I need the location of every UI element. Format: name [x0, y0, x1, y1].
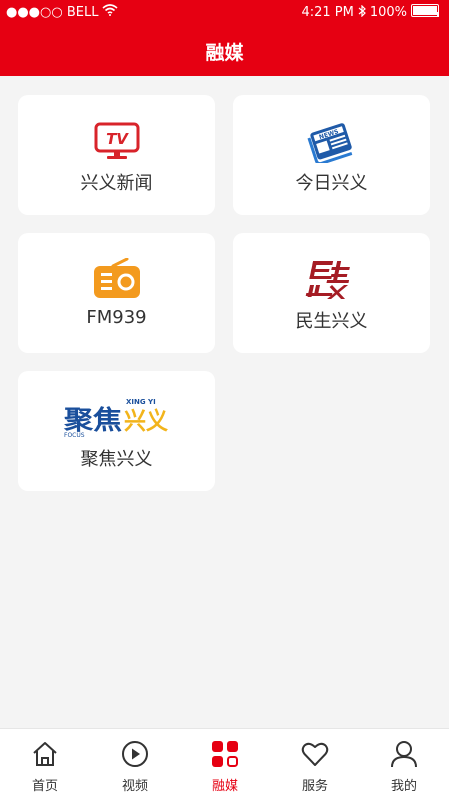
heart-icon — [270, 739, 360, 769]
play-icon — [90, 739, 180, 769]
wifi-icon — [102, 4, 118, 20]
tab-video[interactable]: 视频 — [90, 729, 180, 801]
card-label: 兴义新闻 — [80, 173, 153, 194]
battery-icon — [411, 4, 439, 21]
bluetooth-icon — [358, 4, 366, 21]
tab-label: 服务 — [301, 779, 328, 794]
card-xingyi-news[interactable]: TV 兴义新闻 — [18, 95, 215, 215]
home-icon — [0, 739, 90, 769]
tab-label: 首页 — [31, 779, 58, 794]
tab-label: 融媒 — [211, 779, 238, 794]
minsheng-logo-icon — [233, 257, 430, 301]
status-bar: ●●●○○ BELL 4:21 PM 100% — [0, 0, 449, 24]
bottom-tab-bar: 首页 视频 融媒 服务 我的 — [0, 728, 449, 801]
tab-mine[interactable]: 我的 — [359, 729, 449, 801]
card-minsheng-xingyi[interactable]: 民生兴义 — [233, 233, 430, 353]
clock-label: 4:21 PM — [301, 5, 354, 20]
newspaper-icon: NEWS — [233, 119, 430, 163]
grid-icon — [180, 739, 270, 769]
page-title: 融媒 — [205, 42, 244, 64]
card-label: 民生兴义 — [295, 311, 368, 332]
card-label: 今日兴义 — [295, 173, 368, 194]
carrier-label: ●●●○○ BELL — [6, 4, 99, 20]
radio-icon — [18, 257, 215, 301]
jujiao-logo-icon: 聚焦 兴义 XING YI FOCUS — [18, 395, 215, 439]
svg-text:TV: TV — [106, 130, 129, 148]
battery-label: 100% — [369, 5, 407, 20]
svg-text:XING YI: XING YI — [126, 398, 156, 406]
tab-service[interactable]: 服务 — [270, 729, 360, 801]
card-label: FM939 — [86, 307, 147, 328]
svg-text:兴义: 兴义 — [124, 407, 168, 435]
card-label: 聚焦兴义 — [80, 449, 153, 470]
card-fm939[interactable]: FM939 — [18, 233, 215, 353]
card-today-xingyi[interactable]: NEWS 今日兴义 — [233, 95, 430, 215]
tab-label: 我的 — [390, 779, 417, 794]
user-icon — [359, 739, 449, 769]
tab-media[interactable]: 融媒 — [180, 729, 270, 801]
svg-text:FOCUS: FOCUS — [64, 432, 85, 439]
tv-icon: TV — [18, 119, 215, 163]
card-jujiao-xingyi[interactable]: 聚焦 兴义 XING YI FOCUS 聚焦兴义 — [18, 371, 215, 491]
tab-home[interactable]: 首页 — [0, 729, 90, 801]
app-header: ●●●○○ BELL 4:21 PM 100% 融媒 — [0, 0, 449, 76]
tab-label: 视频 — [121, 779, 148, 794]
